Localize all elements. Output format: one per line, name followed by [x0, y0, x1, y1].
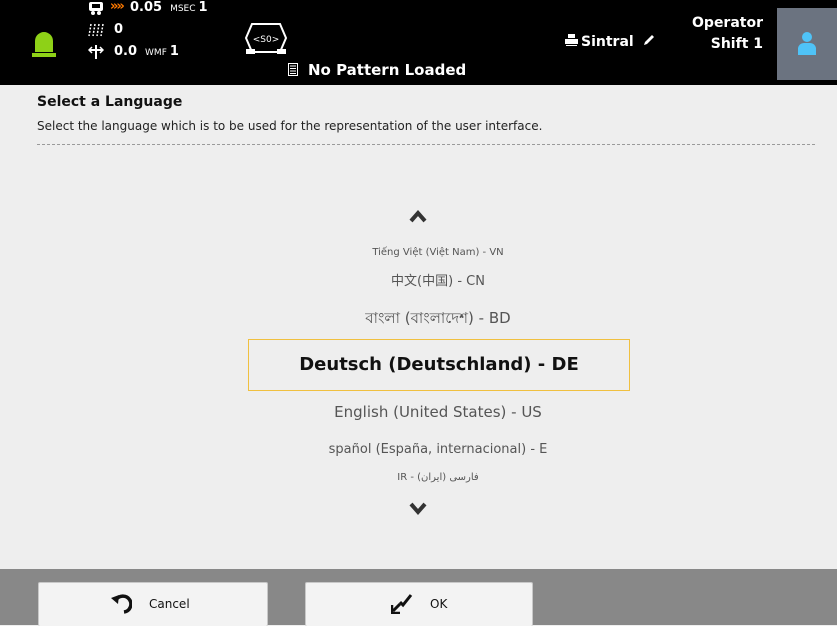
edit-pencil-icon[interactable] [642, 34, 655, 47]
wmf-unit-value: 1 [169, 44, 179, 59]
carriage-icon [89, 2, 103, 15]
so-label: <S0> [253, 35, 280, 45]
system-selection-icon[interactable]: <S0> [244, 22, 288, 54]
needles-icon [88, 23, 104, 37]
status-lamp-icon [32, 32, 56, 57]
language-item[interactable]: Tiếng Việt (Việt Nam) - VN [248, 247, 628, 258]
user-button[interactable] [777, 8, 837, 80]
machine-icon [565, 34, 578, 46]
language-item[interactable]: IR - (فارسی (ایران [248, 472, 628, 483]
ok-label: OK [430, 597, 448, 611]
speed-unit: MSEC [170, 4, 196, 14]
speed-unit-value: 1 [198, 0, 208, 15]
language-item[interactable]: spañol (España, internacional) - E [248, 442, 628, 457]
wmf-value: 0.0 [114, 44, 138, 59]
machine-name: Sintral [581, 34, 634, 50]
language-item[interactable]: English (United States) - US [248, 403, 628, 421]
language-item[interactable]: বাংলা (বাংলাদেশ) - BD [248, 307, 628, 332]
chevron-up-icon[interactable] [407, 208, 429, 224]
cancel-label: Cancel [149, 597, 190, 611]
pattern-file-icon [288, 63, 298, 76]
page-description: Select the language which is to be used … [37, 119, 543, 133]
takedown-icon [88, 45, 104, 59]
machine-name-area: Sintral [565, 34, 655, 50]
operator-shift: Shift 1 [710, 36, 763, 52]
operator-role: Operator [692, 15, 763, 31]
cancel-button[interactable]: Cancel [38, 582, 268, 626]
language-item-selected[interactable]: Deutsch (Deutschland) - DE [248, 339, 630, 391]
pattern-status: No Pattern Loaded [288, 61, 466, 79]
operator-info: Operator Shift 1 [692, 13, 763, 55]
ok-button[interactable]: OK [305, 582, 533, 626]
ok-check-icon [391, 594, 413, 614]
speed-value: 0.05 [130, 0, 163, 15]
user-icon [798, 32, 816, 55]
header-divider [37, 144, 815, 145]
wmf-unit: WMF [145, 48, 167, 58]
speed-chevrons-icon: »» [110, 0, 125, 14]
counter-value: 0 [114, 22, 124, 37]
language-item[interactable]: 中文(中国) - CN [248, 270, 628, 289]
chevron-down-icon[interactable] [407, 500, 429, 516]
top-status-bar: »» 0.05 MSEC 1 0 0.0 WMF 1 <S0> No Patte… [0, 0, 837, 85]
page-title: Select a Language [37, 94, 183, 110]
footer-bar: Cancel OK [0, 569, 837, 626]
undo-icon [111, 594, 132, 614]
pattern-text: No Pattern Loaded [308, 61, 467, 79]
